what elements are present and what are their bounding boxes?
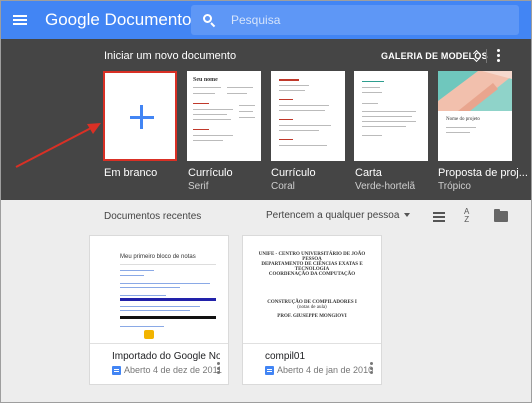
recent-doc-card[interactable]: Meu primeiro bloco de notas Importado do… [89, 235, 229, 385]
template-sub-project: Trópico [438, 181, 471, 192]
doc-thumbnail: Meu primeiro bloco de notas [90, 236, 228, 344]
template-label-letter[interactable]: Carta [355, 167, 382, 179]
recent-docs-title: Documentos recentes [104, 211, 202, 222]
search-box[interactable] [191, 5, 519, 35]
doc-meta: Aberto 4 de jan de 2010 [277, 365, 374, 375]
thumb-line: (notas de aula) [297, 305, 327, 310]
thumb-title: Meu primeiro bloco de notas [120, 254, 196, 260]
hamburger-menu-icon[interactable] [13, 15, 27, 25]
template-sub-resume-serif: Serif [188, 181, 209, 192]
template-label-resume-serif[interactable]: Currículo [188, 167, 233, 179]
thumb-line: PROF. GIUSEPPE MONGIOVI [277, 314, 347, 319]
thumb-image [144, 330, 154, 339]
doc-name[interactable]: Importado do Google Not... [112, 351, 220, 362]
template-gallery-link[interactable]: GALERIA DE MODELOS [381, 51, 488, 61]
tropic-banner [438, 71, 512, 111]
app-header: Google Documentos [1, 1, 531, 39]
template-resume-serif[interactable]: Seu nome [187, 71, 261, 161]
search-input[interactable] [231, 13, 491, 27]
recent-doc-card[interactable]: UNIFE - CENTRO UNIVERSITÁRIO DE JOÃO PES… [242, 235, 382, 385]
doc-more-icon[interactable] [217, 362, 220, 374]
gallery-title: Iniciar um novo documento [104, 50, 237, 62]
doc-more-icon[interactable] [370, 362, 373, 374]
template-sub-letter: Verde-hortelã [355, 181, 416, 192]
folder-icon[interactable] [494, 209, 508, 222]
docs-file-icon [265, 366, 274, 375]
caret-down-icon [404, 213, 411, 218]
more-vert-icon[interactable] [497, 49, 501, 63]
sort-az-icon[interactable]: AZ [464, 208, 469, 224]
template-sub-resume-coral: Coral [271, 181, 295, 192]
unfold-icon[interactable] [473, 49, 481, 63]
doc-thumbnail: UNIFE - CENTRO UNIVERSITÁRIO DE JOÃO PES… [243, 236, 381, 344]
doc-meta: Aberto 4 de dez de 2011 [124, 365, 222, 375]
template-thumb-name: Seu nome [193, 77, 218, 83]
docs-file-icon [112, 366, 121, 375]
list-view-icon[interactable] [433, 212, 445, 222]
thumb-line: COORDENAÇÃO DA COMPUTAÇÃO [268, 272, 356, 277]
template-blank[interactable] [103, 71, 177, 161]
owner-filter-dropdown[interactable]: Pertencem a qualquer pessoa [266, 210, 411, 221]
template-project-proposal[interactable]: Nome do projeto [438, 71, 512, 161]
owner-filter-label: Pertencem a qualquer pessoa [266, 210, 400, 221]
template-label-blank[interactable]: Em branco [104, 167, 157, 179]
app-title[interactable]: Google Documentos [45, 10, 200, 30]
template-gallery: Iniciar um novo documento GALERIA DE MOD… [1, 39, 531, 200]
template-letter[interactable] [354, 71, 428, 161]
template-resume-coral[interactable] [271, 71, 345, 161]
template-label-project[interactable]: Proposta de proj... [438, 167, 528, 179]
doc-name[interactable]: compil01 [265, 351, 373, 362]
template-label-resume-coral[interactable]: Currículo [271, 167, 316, 179]
docs-home: Google Documentos Iniciar um novo docume… [0, 0, 532, 403]
search-icon[interactable] [203, 14, 216, 28]
template-thumb-project-title: Nome do projeto [446, 117, 480, 122]
divider [486, 49, 487, 63]
